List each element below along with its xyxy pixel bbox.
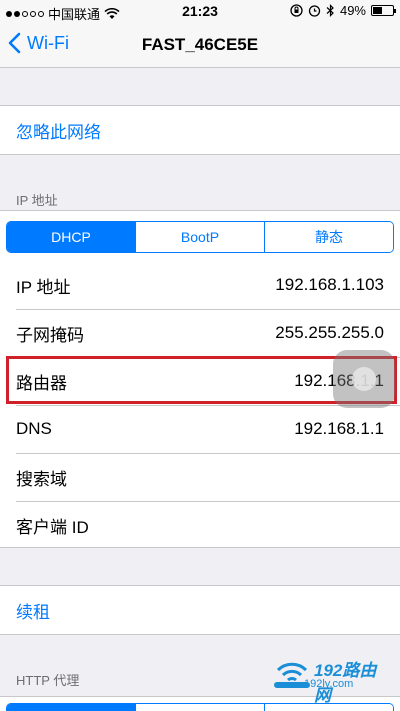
battery-icon bbox=[371, 5, 396, 16]
dns-label: DNS bbox=[16, 419, 52, 438]
segment-bootp[interactable]: BootP bbox=[135, 222, 264, 252]
page-title: FAST_46CE5E bbox=[141, 35, 259, 54]
search-domain-label: 搜索域 bbox=[16, 469, 67, 489]
ip-address-value: 192.168.1.103 bbox=[275, 275, 384, 294]
renew-lease-label: 续租 bbox=[16, 602, 50, 622]
forget-network-button[interactable]: 忽略此网络 bbox=[0, 106, 400, 154]
bluetooth-icon bbox=[326, 4, 334, 17]
http-proxy-header: HTTP 代理 bbox=[16, 673, 80, 688]
orientation-lock-icon bbox=[290, 4, 303, 17]
alarm-icon bbox=[308, 5, 321, 17]
watermark-url: 192ly.com bbox=[304, 678, 354, 690]
battery-level bbox=[373, 7, 383, 14]
battery-percent: 49% bbox=[339, 3, 366, 18]
dns-value: 192.168.1.1 bbox=[294, 419, 384, 438]
status-bar: 中国联通 21:23 49% bbox=[0, 0, 400, 22]
forget-network-group: 忽略此网络 bbox=[0, 105, 400, 155]
ip-address-row: IP 地址 192.168.1.103 bbox=[0, 261, 400, 309]
forget-network-label: 忽略此网络 bbox=[16, 122, 101, 142]
ip-section-header: IP 地址 bbox=[16, 193, 58, 208]
proxy-segment-1[interactable] bbox=[7, 704, 135, 711]
client-id-label: 客户端 ID bbox=[16, 517, 89, 537]
proxy-segment-2[interactable] bbox=[135, 704, 264, 711]
assistive-touch-button[interactable] bbox=[333, 350, 395, 408]
ip-mode-segmented-control: DHCP BootP 静态 bbox=[6, 221, 394, 253]
ip-address-label: IP 地址 bbox=[16, 277, 71, 297]
watermark-logo: 192路由网 192ly.com bbox=[274, 656, 392, 705]
segment-container: DHCP BootP 静态 bbox=[0, 211, 400, 261]
subnet-mask-row: 子网掩码 255.255.255.0 bbox=[0, 309, 400, 357]
subnet-mask-label: 子网掩码 bbox=[16, 325, 84, 345]
router-label: 路由器 bbox=[16, 373, 67, 393]
search-domain-row[interactable]: 搜索域 bbox=[0, 453, 400, 501]
navigation-bar: Wi-Fi FAST_46CE5E bbox=[0, 22, 400, 68]
segment-dhcp[interactable]: DHCP bbox=[7, 222, 135, 252]
renew-lease-group: 续租 bbox=[0, 585, 400, 635]
status-right: 49% bbox=[290, 3, 396, 18]
segment-static[interactable]: 静态 bbox=[264, 222, 393, 252]
renew-lease-button[interactable]: 续租 bbox=[0, 586, 400, 634]
subnet-mask-value: 255.255.255.0 bbox=[275, 323, 384, 342]
dns-row[interactable]: DNS 192.168.1.1 bbox=[0, 405, 400, 453]
client-id-row[interactable]: 客户端 ID bbox=[0, 501, 400, 549]
